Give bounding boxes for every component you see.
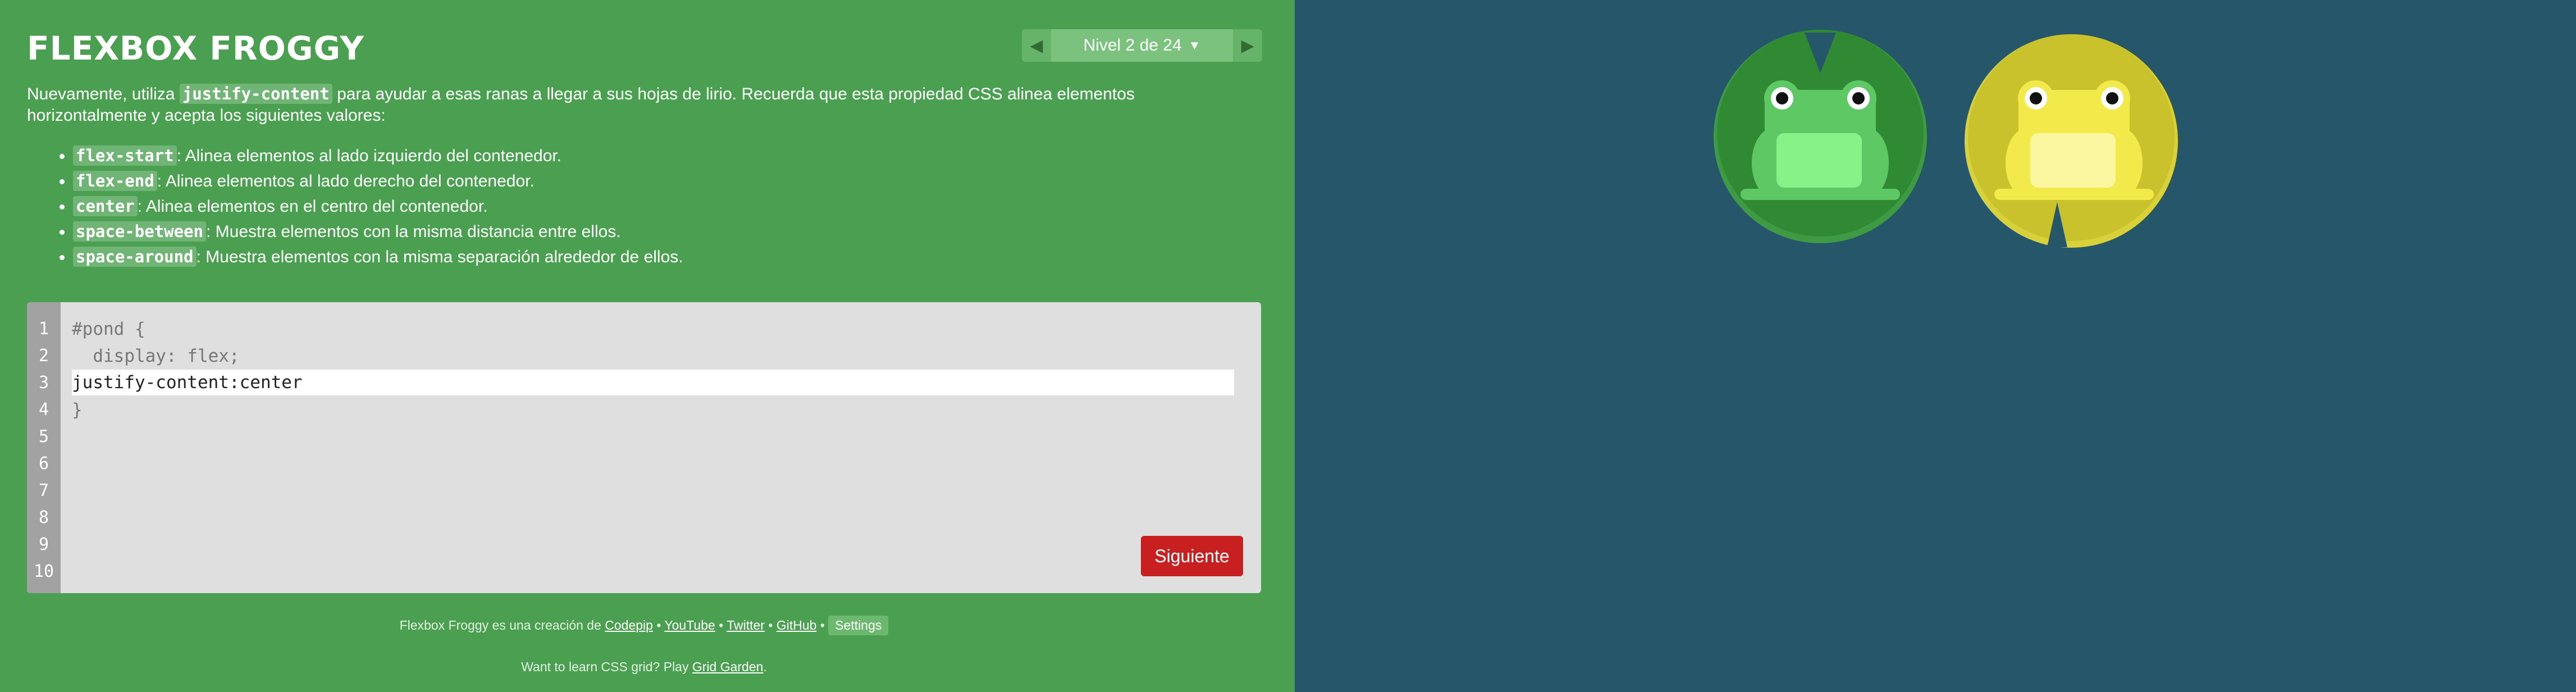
credits-bar: Flexbox Froggy es una creación de Codepi…	[27, 616, 1261, 635]
grid-garden-promo: Want to learn CSS grid? Play Grid Garden…	[27, 659, 1261, 675]
instructions-intro: Nuevamente, utiliza justify-content para…	[27, 83, 1251, 126]
line-number: 2	[38, 346, 49, 366]
next-button[interactable]: Siguiente	[1141, 536, 1243, 576]
twitter-link[interactable]: Twitter	[727, 618, 765, 632]
value-description: : Muestra elementos con la misma distanc…	[205, 222, 621, 241]
list-item: flex-end: Alinea elementos al lado derec…	[73, 169, 1251, 194]
intro-text-pre: Nuevamente, utiliza	[27, 85, 175, 103]
value-keyword: center	[73, 196, 138, 216]
github-link[interactable]: GitHub	[777, 618, 817, 632]
value-keyword: space-around	[73, 247, 197, 267]
level-dropdown[interactable]: Nivel 2 de 24 ▼	[1051, 29, 1233, 62]
list-item: space-between: Muestra elementos con la …	[73, 219, 1251, 244]
arrow-right-icon: ▶	[1241, 35, 1254, 56]
css-editor: 1 2 3 4 5 6 7 8 9 10 #pond { display: fl…	[27, 302, 1261, 593]
codepip-link[interactable]: Codepip	[605, 618, 653, 632]
code-line-selector: #pond {	[72, 319, 145, 339]
promo-period: .	[763, 659, 767, 674]
css-code-input[interactable]	[72, 370, 1234, 395]
arrow-left-icon: ◀	[1030, 35, 1043, 56]
caret-down-icon: ▼	[1188, 38, 1201, 52]
line-number: 1	[38, 319, 49, 339]
grid-garden-link[interactable]: Grid Garden	[692, 659, 764, 674]
intro-keyword: justify-content	[179, 84, 332, 104]
list-item: space-around: Muestra elementos con la m…	[73, 244, 1251, 270]
separator: •	[656, 618, 661, 632]
line-number: 7	[38, 481, 49, 500]
frog-green	[1741, 80, 1900, 200]
value-keyword: flex-end	[73, 171, 157, 191]
promo-text: Want to learn CSS grid? Play	[521, 659, 689, 674]
settings-button[interactable]: Settings	[828, 616, 889, 635]
value-description: : Alinea elementos al lado derecho del c…	[157, 172, 535, 190]
values-list: flex-start: Alinea elementos al lado izq…	[27, 143, 1251, 270]
level-navigation: ◀ Nivel 2 de 24 ▼ ▶	[1022, 29, 1262, 62]
value-keyword: flex-start	[73, 145, 177, 166]
separator: •	[719, 618, 724, 632]
code-line-closing-brace: }	[72, 400, 83, 420]
credits-text: Flexbox Froggy es una creación de	[399, 618, 601, 632]
previous-level-button[interactable]: ◀	[1022, 29, 1051, 62]
game-board	[1295, 0, 2576, 692]
list-item: flex-start: Alinea elementos al lado izq…	[73, 143, 1251, 169]
youtube-link[interactable]: YouTube	[664, 618, 715, 632]
line-number: 8	[38, 508, 49, 527]
value-description: : Alinea elementos en el centro del cont…	[137, 197, 488, 216]
line-number: 4	[38, 400, 49, 420]
line-number: 3	[38, 373, 49, 393]
next-level-button[interactable]: ▶	[1233, 29, 1262, 62]
level-label: Nivel 2 de 24	[1083, 36, 1182, 54]
sidebar-panel: FLEXBOX FROGGY ◀ Nivel 2 de 24 ▼ ▶ Nueva…	[0, 0, 1295, 692]
separator: •	[820, 618, 825, 632]
code-line-display: display: flex;	[72, 346, 240, 366]
line-number-gutter: 1 2 3 4 5 6 7 8 9 10	[27, 302, 61, 593]
line-number: 9	[38, 535, 49, 554]
pond	[1714, 30, 2178, 248]
frog-yellow	[1994, 80, 2154, 200]
list-item: center: Alinea elementos en el centro de…	[73, 194, 1251, 219]
value-description: : Muestra elementos con la misma separac…	[196, 248, 683, 266]
separator: •	[768, 618, 773, 632]
line-number: 6	[38, 454, 49, 474]
game-title: FLEXBOX FROGGY	[27, 29, 364, 67]
line-number: 5	[38, 427, 49, 447]
value-keyword: space-between	[73, 221, 206, 242]
instructions: Nuevamente, utiliza justify-content para…	[27, 83, 1251, 270]
line-number: 10	[33, 562, 54, 581]
value-description: : Alinea elementos al lado izquierdo del…	[176, 147, 562, 165]
